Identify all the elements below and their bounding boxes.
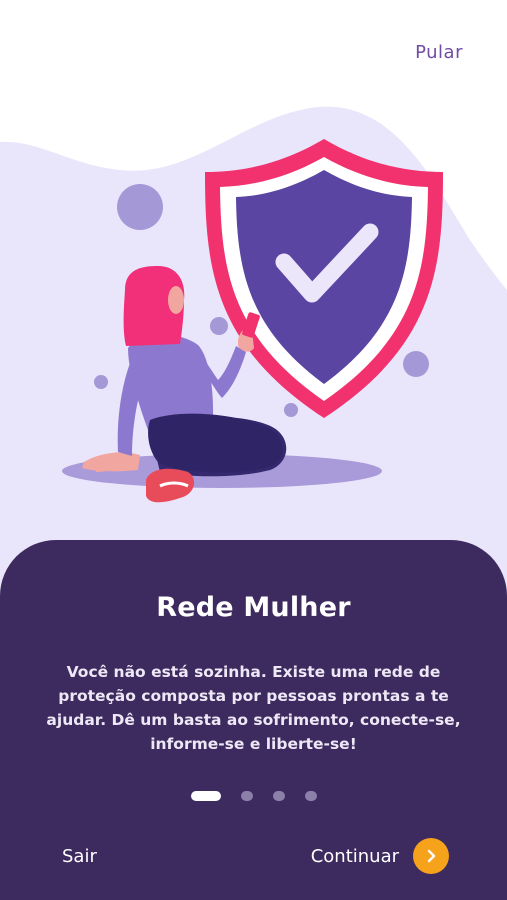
- decor-circle: [284, 403, 298, 417]
- decor-circle: [403, 351, 429, 377]
- pagination-dot-3[interactable]: [272, 791, 285, 801]
- decor-circle-large: [117, 184, 163, 230]
- onboarding-illustration: [0, 106, 507, 600]
- chevron-right-icon: [413, 838, 449, 874]
- continue-label: Continuar: [310, 845, 399, 867]
- continue-button[interactable]: Continuar: [311, 838, 449, 874]
- pagination-dot-4[interactable]: [304, 791, 317, 801]
- decor-circle: [94, 375, 108, 389]
- pagination-dot-1[interactable]: [190, 791, 221, 801]
- page-title: Rede Mulher: [156, 592, 351, 623]
- decor-circle: [210, 317, 228, 335]
- exit-button[interactable]: Sair: [62, 846, 97, 867]
- pagination-dots: [0, 791, 507, 801]
- page-description: Você não está sozinha. Existe uma rede d…: [46, 663, 461, 753]
- pagination-dot-2[interactable]: [240, 791, 253, 801]
- onboarding-screen: Pular Rede Mulher Você não está sozinha.…: [0, 0, 507, 900]
